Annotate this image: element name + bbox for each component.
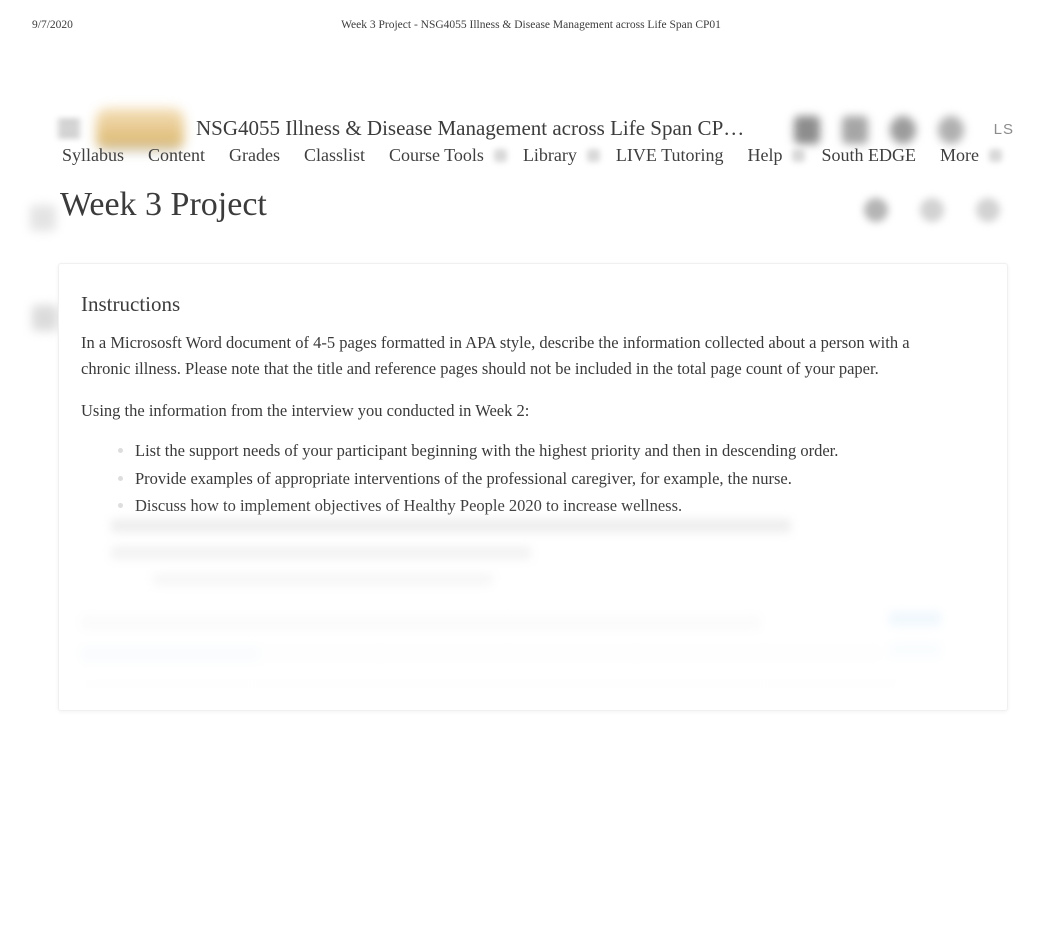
instructions-heading: Instructions	[81, 292, 181, 316]
nav-item-grades[interactable]: Grades	[229, 145, 280, 166]
assignment-page: 9/7/2020 Week 3 Project - NSG4055 Illnes…	[0, 0, 1062, 935]
faded-text-line	[153, 573, 493, 587]
nav-item-help[interactable]: Help	[747, 145, 782, 166]
instructions-paragraph-2: Using the information from the interview…	[81, 401, 530, 420]
nav-item-course-tools[interactable]: Course Tools	[389, 145, 484, 166]
instructions-paragraph-1: In a Micrososft Word document of 4-5 pag…	[81, 333, 910, 378]
list-item: Discuss how to implement objectives of H…	[135, 493, 901, 520]
nav-item-south-edge[interactable]: South EDGE	[821, 145, 916, 166]
faded-link[interactable]	[889, 644, 941, 659]
print-header: 9/7/2020 Week 3 Project - NSG4055 Illnes…	[0, 14, 1062, 36]
list-item: Provide examples of appropriate interven…	[135, 466, 901, 493]
chevron-down-icon[interactable]	[586, 148, 600, 162]
list-item: List the support needs of your participa…	[135, 438, 901, 465]
more-options-icon[interactable]	[976, 198, 1000, 222]
faded-text-line	[81, 616, 761, 631]
page-title-row: Week 3 Project	[0, 186, 1062, 242]
instructions-bullet-list: List the support needs of your participa…	[111, 438, 901, 521]
app-bar: NSG4055 Illness & Disease Management acr…	[0, 50, 1062, 152]
nav-item-live-tutoring[interactable]: LIVE Tutoring	[616, 145, 724, 166]
chevron-down-icon[interactable]	[493, 148, 507, 162]
nav-item-more[interactable]: More	[940, 145, 979, 166]
side-toolbar-icon[interactable]	[32, 305, 58, 331]
nav-item-content[interactable]: Content	[148, 145, 205, 166]
faded-list-remainder	[111, 519, 911, 600]
page-title: Week 3 Project	[60, 186, 267, 223]
faded-link[interactable]	[81, 648, 259, 663]
print-icon[interactable]	[864, 198, 888, 222]
faded-text-line	[81, 678, 901, 693]
nav-item-classlist[interactable]: Classlist	[304, 145, 365, 166]
nav-item-library[interactable]: Library	[523, 145, 577, 166]
chevron-down-icon[interactable]	[988, 148, 1002, 162]
instructions-card: Instructions In a Micrososft Word docume…	[58, 263, 1008, 711]
faded-paragraph-remainder	[81, 612, 981, 709]
course-navbar: Syllabus Content Grades Classlist Course…	[0, 134, 1062, 176]
chevron-down-icon[interactable]	[792, 148, 806, 162]
page-action-group	[864, 198, 1000, 222]
nav-item-syllabus[interactable]: Syllabus	[62, 145, 124, 166]
print-header-title: Week 3 Project - NSG4055 Illness & Disea…	[341, 19, 721, 31]
faded-text-line	[111, 546, 531, 560]
settings-icon[interactable]	[920, 198, 944, 222]
faded-text-line	[111, 519, 791, 533]
collapse-panel-icon[interactable]	[30, 205, 56, 231]
faded-link[interactable]	[889, 612, 941, 627]
